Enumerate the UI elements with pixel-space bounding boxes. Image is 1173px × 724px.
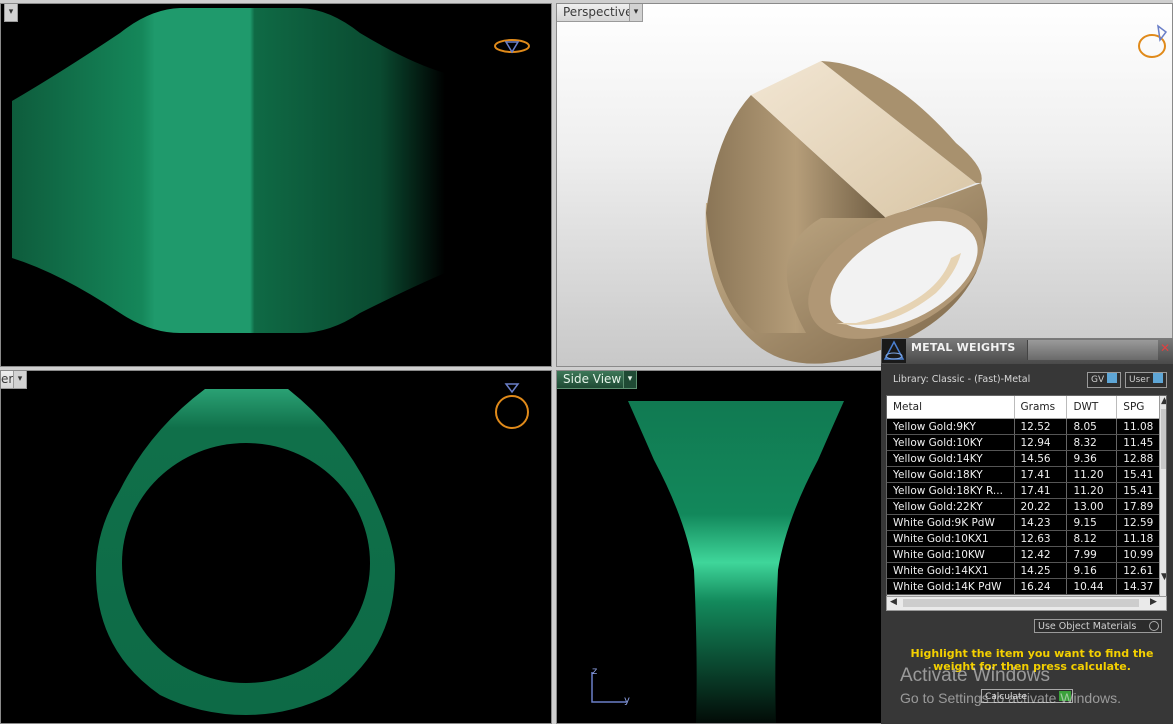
table-row[interactable]: Yellow Gold:9KY 12.52 8.05 11.08 <box>887 418 1166 435</box>
viewport-front[interactable]: er ▾ <box>0 370 552 724</box>
app-logo-icon <box>882 339 906 363</box>
table-cell: White Gold:14K PdW <box>887 578 1015 595</box>
table-cell: 12.52 <box>1014 418 1068 435</box>
table-cell: 10.44 <box>1066 578 1118 595</box>
scroll-down-icon[interactable]: ▼ <box>1161 572 1166 583</box>
scroll-left-icon[interactable]: ◀ <box>890 597 897 608</box>
table-cell: 9.36 <box>1066 450 1118 467</box>
table-cell: Yellow Gold:9KY <box>887 418 1015 435</box>
table-cell: Yellow Gold:18KY <box>887 466 1015 483</box>
table-cell: 11.20 <box>1066 466 1118 483</box>
panel-title: METAL WEIGHTS <box>911 341 1016 354</box>
column-header[interactable]: Metal <box>887 396 1015 419</box>
table-cell: 9.16 <box>1066 562 1118 579</box>
scroll-right-icon[interactable]: ▶ <box>1150 597 1157 608</box>
axis-y-label: y <box>624 695 630 706</box>
table-cell: 12.94 <box>1014 434 1068 451</box>
gv-toggle[interactable]: GV <box>1087 372 1122 388</box>
table-cell: White Gold:10KX1 <box>887 530 1015 547</box>
axis-z-label: z <box>592 666 598 677</box>
table-cell: 7.99 <box>1066 546 1118 563</box>
table-cell: 20.22 <box>1014 498 1068 515</box>
table-row[interactable]: Yellow Gold:18KY 17.41 11.20 15.41 <box>887 466 1166 483</box>
table-cell: 14.56 <box>1014 450 1068 467</box>
ring-navigator-icon[interactable] <box>492 380 532 432</box>
table-cell: 12.63 <box>1014 530 1068 547</box>
metal-weights-table[interactable]: Metal Grams DWT SPG Yellow Gold:9KY 12.52 8.0… <box>886 395 1167 597</box>
ring-navigator-icon[interactable] <box>1136 18 1172 62</box>
table-cell: 14.25 <box>1014 562 1068 579</box>
table-cell: 8.05 <box>1066 418 1118 435</box>
table-cell: White Gold:14KX1 <box>887 562 1015 579</box>
scroll-thumb[interactable] <box>1161 409 1166 469</box>
viewport-menu-button[interactable]: ▾ <box>13 370 27 389</box>
viewport-top[interactable]: ▾ <box>0 3 552 367</box>
table-cell: 8.12 <box>1066 530 1118 547</box>
table-cell: 13.00 <box>1066 498 1118 515</box>
ring-top-view <box>12 8 445 333</box>
panel-header[interactable]: METAL WEIGHTS ✕ <box>881 338 1173 364</box>
table-row[interactable]: White Gold:10KW 12.42 7.99 10.99 <box>887 546 1166 563</box>
viewport-perspective[interactable]: Perspective ▾ <box>556 3 1173 367</box>
viewport-label-perspective[interactable]: Perspective <box>556 3 640 22</box>
column-header[interactable]: Grams <box>1014 396 1068 419</box>
table-cell: White Gold:10KW <box>887 546 1015 563</box>
table-cell: Yellow Gold:10KY <box>887 434 1015 451</box>
table-cell: White Gold:9K PdW <box>887 514 1015 531</box>
table-row[interactable]: Yellow Gold:22KY 20.22 13.00 17.89 <box>887 498 1166 515</box>
table-cell: 12.42 <box>1014 546 1068 563</box>
ring-perspective-render <box>705 61 988 364</box>
activate-windows-subtext: Go to Settings to activate Windows. <box>900 690 1121 706</box>
table-cell: Yellow Gold:14KY <box>887 450 1015 467</box>
ring-navigator-icon[interactable] <box>492 36 532 58</box>
viewport-menu-button[interactable]: ▾ <box>629 3 643 22</box>
activate-windows-watermark: Activate Windows <box>900 665 1050 686</box>
table-cell: Yellow Gold:22KY <box>887 498 1015 515</box>
table-cell: 8.32 <box>1066 434 1118 451</box>
table-cell: Yellow Gold:18KY R... <box>887 482 1015 499</box>
vertical-scrollbar[interactable]: ▲ ▼ <box>1159 396 1166 596</box>
viewport-menu-button[interactable]: ▾ <box>623 370 637 389</box>
table-cell: 9.15 <box>1066 514 1118 531</box>
scroll-up-icon[interactable]: ▲ <box>1161 396 1166 407</box>
column-header[interactable]: DWT <box>1066 396 1118 419</box>
table-row[interactable]: White Gold:9K PdW 14.23 9.15 12.59 <box>887 514 1166 531</box>
table-cell: 17.41 <box>1014 482 1068 499</box>
table-cell: 17.41 <box>1014 466 1068 483</box>
table-row[interactable]: White Gold:14KX1 14.25 9.16 12.61 <box>887 562 1166 579</box>
scroll-thumb[interactable] <box>903 599 1139 607</box>
table-row[interactable]: Yellow Gold:18KY R... 17.41 11.20 15.41 <box>887 482 1166 499</box>
close-icon[interactable]: ✕ <box>1159 342 1171 354</box>
horizontal-scrollbar[interactable]: ◀ ▶ <box>886 596 1167 611</box>
ring-front-view <box>95 389 395 715</box>
table-cell: 16.24 <box>1014 578 1068 595</box>
table-row[interactable]: Yellow Gold:14KY 14.56 9.36 12.88 <box>887 450 1166 467</box>
table-row[interactable]: Yellow Gold:10KY 12.94 8.32 11.45 <box>887 434 1166 451</box>
table-row[interactable]: White Gold:14K PdW 16.24 10.44 14.37 <box>887 578 1166 595</box>
table-row[interactable]: White Gold:10KX1 12.63 8.12 11.18 <box>887 530 1166 547</box>
use-object-materials-checkbox[interactable]: Use Object Materials <box>1034 619 1162 633</box>
user-toggle[interactable]: User <box>1125 372 1167 388</box>
viewport-menu-button[interactable]: ▾ <box>4 3 18 22</box>
library-label: Library: Classic - (Fast)-Metal <box>893 374 1031 385</box>
viewport-label-side[interactable]: Side View <box>556 370 629 389</box>
table-cell: 11.20 <box>1066 482 1118 499</box>
table-cell: 14.23 <box>1014 514 1068 531</box>
